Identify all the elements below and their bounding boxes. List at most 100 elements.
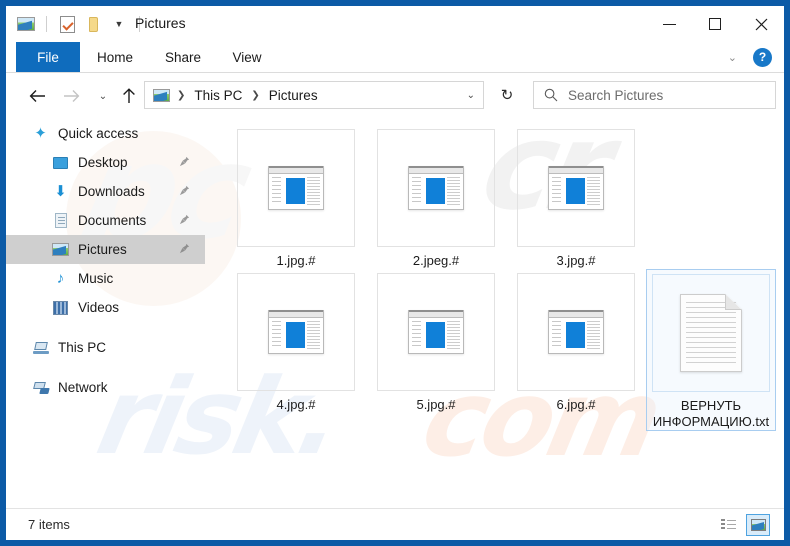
pin-icon-pictures[interactable] bbox=[179, 243, 190, 257]
file-name: ВЕРНУТЬ ИНФОРМАЦИЮ.txt bbox=[652, 398, 770, 429]
file-name: 2.jpeg.# bbox=[412, 253, 460, 268]
ribbon-right-controls: ⌄ ? bbox=[722, 42, 776, 72]
file-thumbnail bbox=[517, 129, 635, 247]
file-grid: 1.jpg.# 2.jpeg.# 3.jpg.# 4.jpg.# 5.jpg.#… bbox=[205, 119, 784, 435]
window-title: Pictures bbox=[135, 15, 186, 31]
maximize-button[interactable] bbox=[692, 6, 738, 42]
picture-folder-icon[interactable] bbox=[16, 14, 36, 34]
window-inner: cr pc risk. com ▼ Pictures File Home Sha… bbox=[6, 6, 784, 540]
pin-icon-downloads[interactable] bbox=[179, 185, 190, 199]
address-bar[interactable]: ❯ This PC ❯ Pictures ⌄ bbox=[144, 81, 484, 109]
item-count-label: 7 items bbox=[28, 517, 70, 532]
sidebar-label-music: Music bbox=[78, 271, 114, 286]
file-name: 1.jpg.# bbox=[276, 253, 316, 268]
sidebar-item-videos[interactable]: Videos bbox=[6, 293, 205, 322]
desktop-icon bbox=[52, 154, 69, 171]
navigation-pane: ✦ Quick access Desktop ⬇ Downloads Docum… bbox=[6, 119, 205, 509]
generic-file-icon bbox=[548, 310, 604, 354]
sidebar-item-this-pc[interactable]: This PC bbox=[6, 333, 205, 362]
generic-file-icon bbox=[268, 310, 324, 354]
quick-access-toolbar: ▼ bbox=[16, 12, 144, 36]
sidebar-label-pictures: Pictures bbox=[78, 242, 127, 257]
music-icon: ♪ bbox=[56, 270, 65, 287]
documents-icon bbox=[52, 212, 69, 229]
window-controls bbox=[646, 6, 784, 42]
file-item-6[interactable]: 6.jpg.# bbox=[506, 273, 646, 431]
sidebar-item-desktop[interactable]: Desktop bbox=[6, 148, 205, 177]
breadcrumb-separator-1: ❯ bbox=[177, 89, 186, 101]
large-icons-view-button[interactable] bbox=[746, 513, 770, 536]
up-button[interactable] bbox=[116, 83, 142, 109]
forward-button[interactable] bbox=[58, 83, 84, 109]
tab-share[interactable]: Share bbox=[150, 42, 216, 72]
address-dropdown-chevron-icon[interactable]: ⌄ bbox=[467, 90, 475, 101]
toolbar-divider bbox=[46, 16, 47, 32]
view-mode-buttons bbox=[716, 513, 770, 536]
pin-icon-desktop[interactable] bbox=[179, 156, 190, 170]
search-box[interactable]: Search Pictures bbox=[533, 81, 776, 109]
breadcrumb-pictures[interactable]: Pictures bbox=[267, 88, 320, 103]
file-item-ransom-note[interactable]: ВЕРНУТЬ ИНФОРМАЦИЮ.txt bbox=[646, 269, 776, 431]
sidebar-label-network: Network bbox=[58, 380, 108, 395]
pictures-icon bbox=[52, 241, 69, 258]
sidebar-item-documents[interactable]: Documents bbox=[6, 206, 205, 235]
file-explorer-window: cr pc risk. com ▼ Pictures File Home Sha… bbox=[0, 0, 790, 546]
pin-icon-documents[interactable] bbox=[179, 214, 190, 228]
file-name: 6.jpg.# bbox=[556, 397, 596, 412]
file-item-5[interactable]: 5.jpg.# bbox=[366, 273, 506, 431]
ribbon-tabs: File Home Share View bbox=[6, 42, 784, 72]
properties-icon[interactable] bbox=[57, 14, 77, 34]
sidebar-label-videos: Videos bbox=[78, 300, 120, 315]
file-thumbnail bbox=[237, 129, 355, 247]
sidebar-label-desktop: Desktop bbox=[78, 155, 128, 170]
file-thumbnail bbox=[377, 273, 495, 391]
details-view-button[interactable] bbox=[716, 514, 740, 536]
file-item-1[interactable]: 1.jpg.# bbox=[226, 129, 366, 269]
breadcrumb-this-pc[interactable]: This PC bbox=[192, 88, 244, 103]
sidebar-label-downloads: Downloads bbox=[78, 184, 145, 199]
downloads-icon: ⬇ bbox=[54, 183, 67, 200]
file-thumbnail bbox=[377, 129, 495, 247]
sidebar-item-downloads[interactable]: ⬇ Downloads bbox=[6, 177, 205, 206]
generic-file-icon bbox=[408, 166, 464, 210]
sidebar-item-network[interactable]: Network bbox=[6, 373, 205, 402]
sidebar-label-quick-access: Quick access bbox=[58, 126, 139, 141]
minimize-button[interactable] bbox=[646, 6, 692, 42]
tab-view[interactable]: View bbox=[216, 42, 278, 72]
sidebar-item-quick-access[interactable]: ✦ Quick access bbox=[6, 119, 205, 148]
close-button[interactable] bbox=[738, 6, 784, 42]
generic-file-icon bbox=[548, 166, 604, 210]
recent-locations-chevron-icon[interactable]: ⌄ bbox=[90, 83, 116, 109]
breadcrumb-pictures-icon bbox=[153, 88, 170, 102]
large-icons-view-icon bbox=[750, 518, 766, 531]
videos-icon bbox=[52, 299, 69, 316]
sidebar-label-this-pc: This PC bbox=[58, 340, 107, 355]
new-folder-icon[interactable] bbox=[83, 14, 103, 34]
refresh-button[interactable]: ↻ bbox=[493, 81, 521, 109]
file-name: 3.jpg.# bbox=[556, 253, 596, 268]
search-input[interactable]: Search Pictures bbox=[568, 88, 663, 103]
ribbon-tab-bar: File Home Share View ⌄ ? bbox=[6, 42, 784, 73]
customize-chevron-icon[interactable]: ▼ bbox=[109, 14, 129, 34]
sidebar-label-documents: Documents bbox=[78, 213, 147, 228]
tab-file[interactable]: File bbox=[16, 42, 80, 72]
sidebar-item-pictures[interactable]: Pictures bbox=[6, 235, 205, 264]
file-item-3[interactable]: 3.jpg.# bbox=[506, 129, 646, 269]
file-item-4[interactable]: 4.jpg.# bbox=[226, 273, 366, 431]
this-pc-icon bbox=[32, 339, 49, 356]
help-button[interactable]: ? bbox=[753, 47, 772, 67]
sidebar-item-music[interactable]: ♪ Music bbox=[6, 264, 205, 293]
tab-home[interactable]: Home bbox=[80, 42, 150, 72]
star-icon: ✦ bbox=[34, 125, 47, 142]
expand-ribbon-chevron-icon[interactable]: ⌄ bbox=[722, 51, 743, 64]
file-thumbnail bbox=[517, 273, 635, 391]
file-name: 4.jpg.# bbox=[276, 397, 316, 412]
file-thumbnail bbox=[237, 273, 355, 391]
file-item-2[interactable]: 2.jpeg.# bbox=[366, 129, 506, 269]
generic-file-icon bbox=[268, 166, 324, 210]
navigation-bar: ⌄ ❯ This PC ❯ Pictures ⌄ ↻ Search Pictur… bbox=[6, 73, 784, 119]
file-list-view[interactable]: 1.jpg.# 2.jpeg.# 3.jpg.# 4.jpg.# 5.jpg.#… bbox=[205, 119, 784, 509]
generic-file-icon bbox=[408, 310, 464, 354]
back-button[interactable] bbox=[24, 83, 50, 109]
